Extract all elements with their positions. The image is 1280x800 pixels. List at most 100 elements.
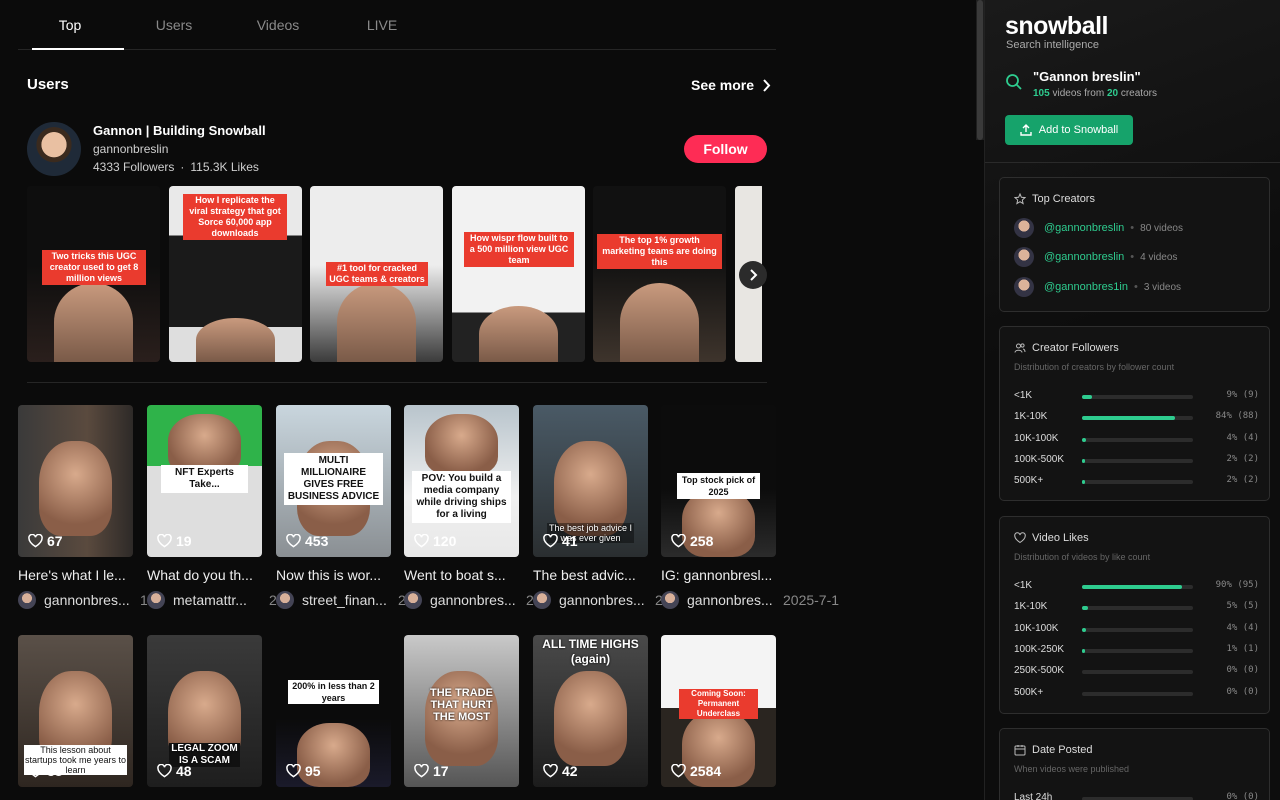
user-stats: 4333 Followers · 115.3K Likes <box>93 160 259 174</box>
bucket-value: 0% (0) <box>1226 686 1259 697</box>
creator-handle[interactable]: @gannonbreslin <box>1044 222 1124 234</box>
heart-icon <box>543 534 558 548</box>
video-card[interactable]: 200% in less than 2 years 95 <box>276 635 391 787</box>
user-handle: gannonbreslin <box>93 142 169 156</box>
video-thumbnail[interactable]: 67 <box>18 405 133 557</box>
user-video-thumb[interactable]: The top 1% growth marketing teams are do… <box>593 186 726 362</box>
creator-row[interactable]: @gannonbres1in • 3 videos <box>1014 276 1181 298</box>
video-card[interactable]: This lesson about startups took me years… <box>18 635 133 787</box>
video-card[interactable]: 67 Here's what I le... gannonbres... 1 <box>18 405 148 609</box>
video-card[interactable]: Top stock pick of 2025 258 IG: gannonbre… <box>661 405 839 609</box>
tab-bar: Top Users Videos LIVE <box>18 0 776 50</box>
thumb-face <box>478 305 559 362</box>
tab-videos[interactable]: Videos <box>226 0 330 49</box>
distribution-row: Last 24h 0% (0) <box>1014 791 1259 800</box>
bucket-value: 1% (1) <box>1226 643 1259 654</box>
author-avatar[interactable] <box>147 591 165 609</box>
video-author[interactable]: gannonbres... <box>559 592 645 608</box>
video-author[interactable]: gannonbres... <box>687 592 773 608</box>
video-author[interactable]: street_finan... <box>302 592 387 608</box>
video-title[interactable]: Went to boat s... <box>404 567 519 583</box>
tab-users[interactable]: Users <box>122 0 226 49</box>
video-thumbnail[interactable]: Coming Soon: Permanent Underclass 2584 <box>661 635 776 787</box>
video-likes: 453 <box>286 533 328 549</box>
panel-header: Date Posted <box>1014 744 1093 756</box>
video-thumbnail[interactable]: POV: You build a media company while dri… <box>404 405 519 557</box>
user-video-thumb[interactable]: Two tricks this UGC creator used to get … <box>27 186 160 362</box>
video-title[interactable]: The best advic... <box>533 567 648 583</box>
video-thumbnail[interactable]: 200% in less than 2 years 95 <box>276 635 391 787</box>
video-thumbnail[interactable]: ALL TIME HIGHS (again) 42 <box>533 635 648 787</box>
user-video-thumb[interactable]: #1 tool for cracked UGC teams & creators <box>310 186 443 362</box>
video-thumbnail[interactable]: THE TRADE THAT HURT THE MOST 17 <box>404 635 519 787</box>
author-avatar[interactable] <box>276 591 294 609</box>
follow-button[interactable]: Follow <box>684 135 767 163</box>
user-video-thumb[interactable]: How I replicate the viral strategy that … <box>169 186 302 362</box>
users-section-title: Users <box>27 76 69 93</box>
video-card[interactable]: ALL TIME HIGHS (again) 42 <box>533 635 648 787</box>
bar-fill <box>1082 416 1176 421</box>
video-card[interactable]: LEGAL ZOOM IS A SCAM 48 <box>147 635 262 787</box>
video-likes: 48 <box>157 763 192 779</box>
video-thumbnail[interactable]: The best job advice I was ever given 41 <box>533 405 648 557</box>
panel-title: Creator Followers <box>1032 342 1119 354</box>
video-author[interactable]: metamattr... <box>173 592 247 608</box>
author-avatar[interactable] <box>404 591 422 609</box>
video-author[interactable]: gannonbres... <box>44 592 130 608</box>
video-thumbnail[interactable]: NFT Experts Take... 19 <box>147 405 262 557</box>
author-avatar[interactable] <box>18 591 36 609</box>
video-card[interactable]: NFT Experts Take... 19 What do you th...… <box>147 405 277 609</box>
video-thumbnail[interactable]: MULTI MILLIONAIRE GIVES FREE BUSINESS AD… <box>276 405 391 557</box>
creator-row[interactable]: @gannonbreslin • 80 videos <box>1014 217 1183 239</box>
tab-top[interactable]: Top <box>18 0 124 50</box>
author-avatar[interactable] <box>533 591 551 609</box>
carousel-next-button[interactable] <box>739 261 767 289</box>
video-author[interactable]: gannonbres... <box>430 592 516 608</box>
panel-header: Creator Followers <box>1014 342 1119 354</box>
add-to-snowball-button[interactable]: Add to Snowball <box>1005 115 1133 145</box>
video-title[interactable]: What do you th... <box>147 567 262 583</box>
creator-handle[interactable]: @gannonbreslin <box>1044 251 1124 263</box>
video-card[interactable]: MULTI MILLIONAIRE GIVES FREE BUSINESS AD… <box>276 405 406 609</box>
video-card[interactable]: The best job advice I was ever given 41 … <box>533 405 663 609</box>
creator-row[interactable]: @gannonbreslin • 4 videos <box>1014 246 1177 268</box>
video-thumbnail[interactable]: This lesson about startups took me years… <box>18 635 133 787</box>
video-likes: 120 <box>414 533 456 549</box>
date-posted-panel: Date Posted When videos were published L… <box>999 728 1270 800</box>
video-thumbnail[interactable]: Top stock pick of 2025 258 <box>661 405 776 557</box>
avatar[interactable] <box>27 122 81 176</box>
author-avatar[interactable] <box>661 591 679 609</box>
video-thumbnail[interactable]: LEGAL ZOOM IS A SCAM 48 <box>147 635 262 787</box>
video-card[interactable]: POV: You build a media company while dri… <box>404 405 534 609</box>
scrollbar[interactable] <box>976 0 984 140</box>
panel-subtitle: Distribution of videos by like count <box>1014 552 1151 562</box>
bucket-value: 4% (4) <box>1226 432 1259 443</box>
scrollbar-thumb[interactable] <box>977 0 983 140</box>
user-display-name[interactable]: Gannon | Building Snowball <box>93 123 266 138</box>
search-query: "Gannon breslin" <box>1033 69 1141 84</box>
video-title[interactable]: IG: gannonbresl... <box>661 567 776 583</box>
see-more-link[interactable]: See more <box>691 77 771 93</box>
bar-track <box>1082 480 1193 485</box>
video-likes: 38 <box>28 763 63 779</box>
bucket-label: Last 24h <box>1014 792 1053 800</box>
video-card[interactable]: THE TRADE THAT HURT THE MOST 17 <box>404 635 519 787</box>
bar-track <box>1082 585 1193 589</box>
video-likes-count: 2584 <box>690 763 722 779</box>
video-title[interactable]: Here's what I le... <box>18 567 133 583</box>
tab-live[interactable]: LIVE <box>330 0 434 49</box>
bucket-label: 10K-100K <box>1014 622 1059 634</box>
panel-title: Top Creators <box>1032 193 1095 205</box>
video-overlay-text: POV: You build a media company while dri… <box>412 471 511 523</box>
video-card[interactable]: Coming Soon: Permanent Underclass 2584 <box>661 635 776 787</box>
creator-handle[interactable]: @gannonbres1in <box>1044 281 1128 293</box>
bar-fill <box>1082 395 1092 399</box>
user-video-thumb[interactable]: How wispr flow built to a 500 million vi… <box>452 186 585 362</box>
stats-separator: · <box>180 160 185 174</box>
video-overlay-text: NFT Experts Take... <box>161 465 248 493</box>
bar-fill <box>1082 437 1087 442</box>
distribution-row: <1K 90% (95) <box>1014 579 1259 593</box>
video-title[interactable]: Now this is wor... <box>276 567 391 583</box>
thumb-face <box>619 282 700 362</box>
bucket-label: 1K-10K <box>1014 601 1048 613</box>
